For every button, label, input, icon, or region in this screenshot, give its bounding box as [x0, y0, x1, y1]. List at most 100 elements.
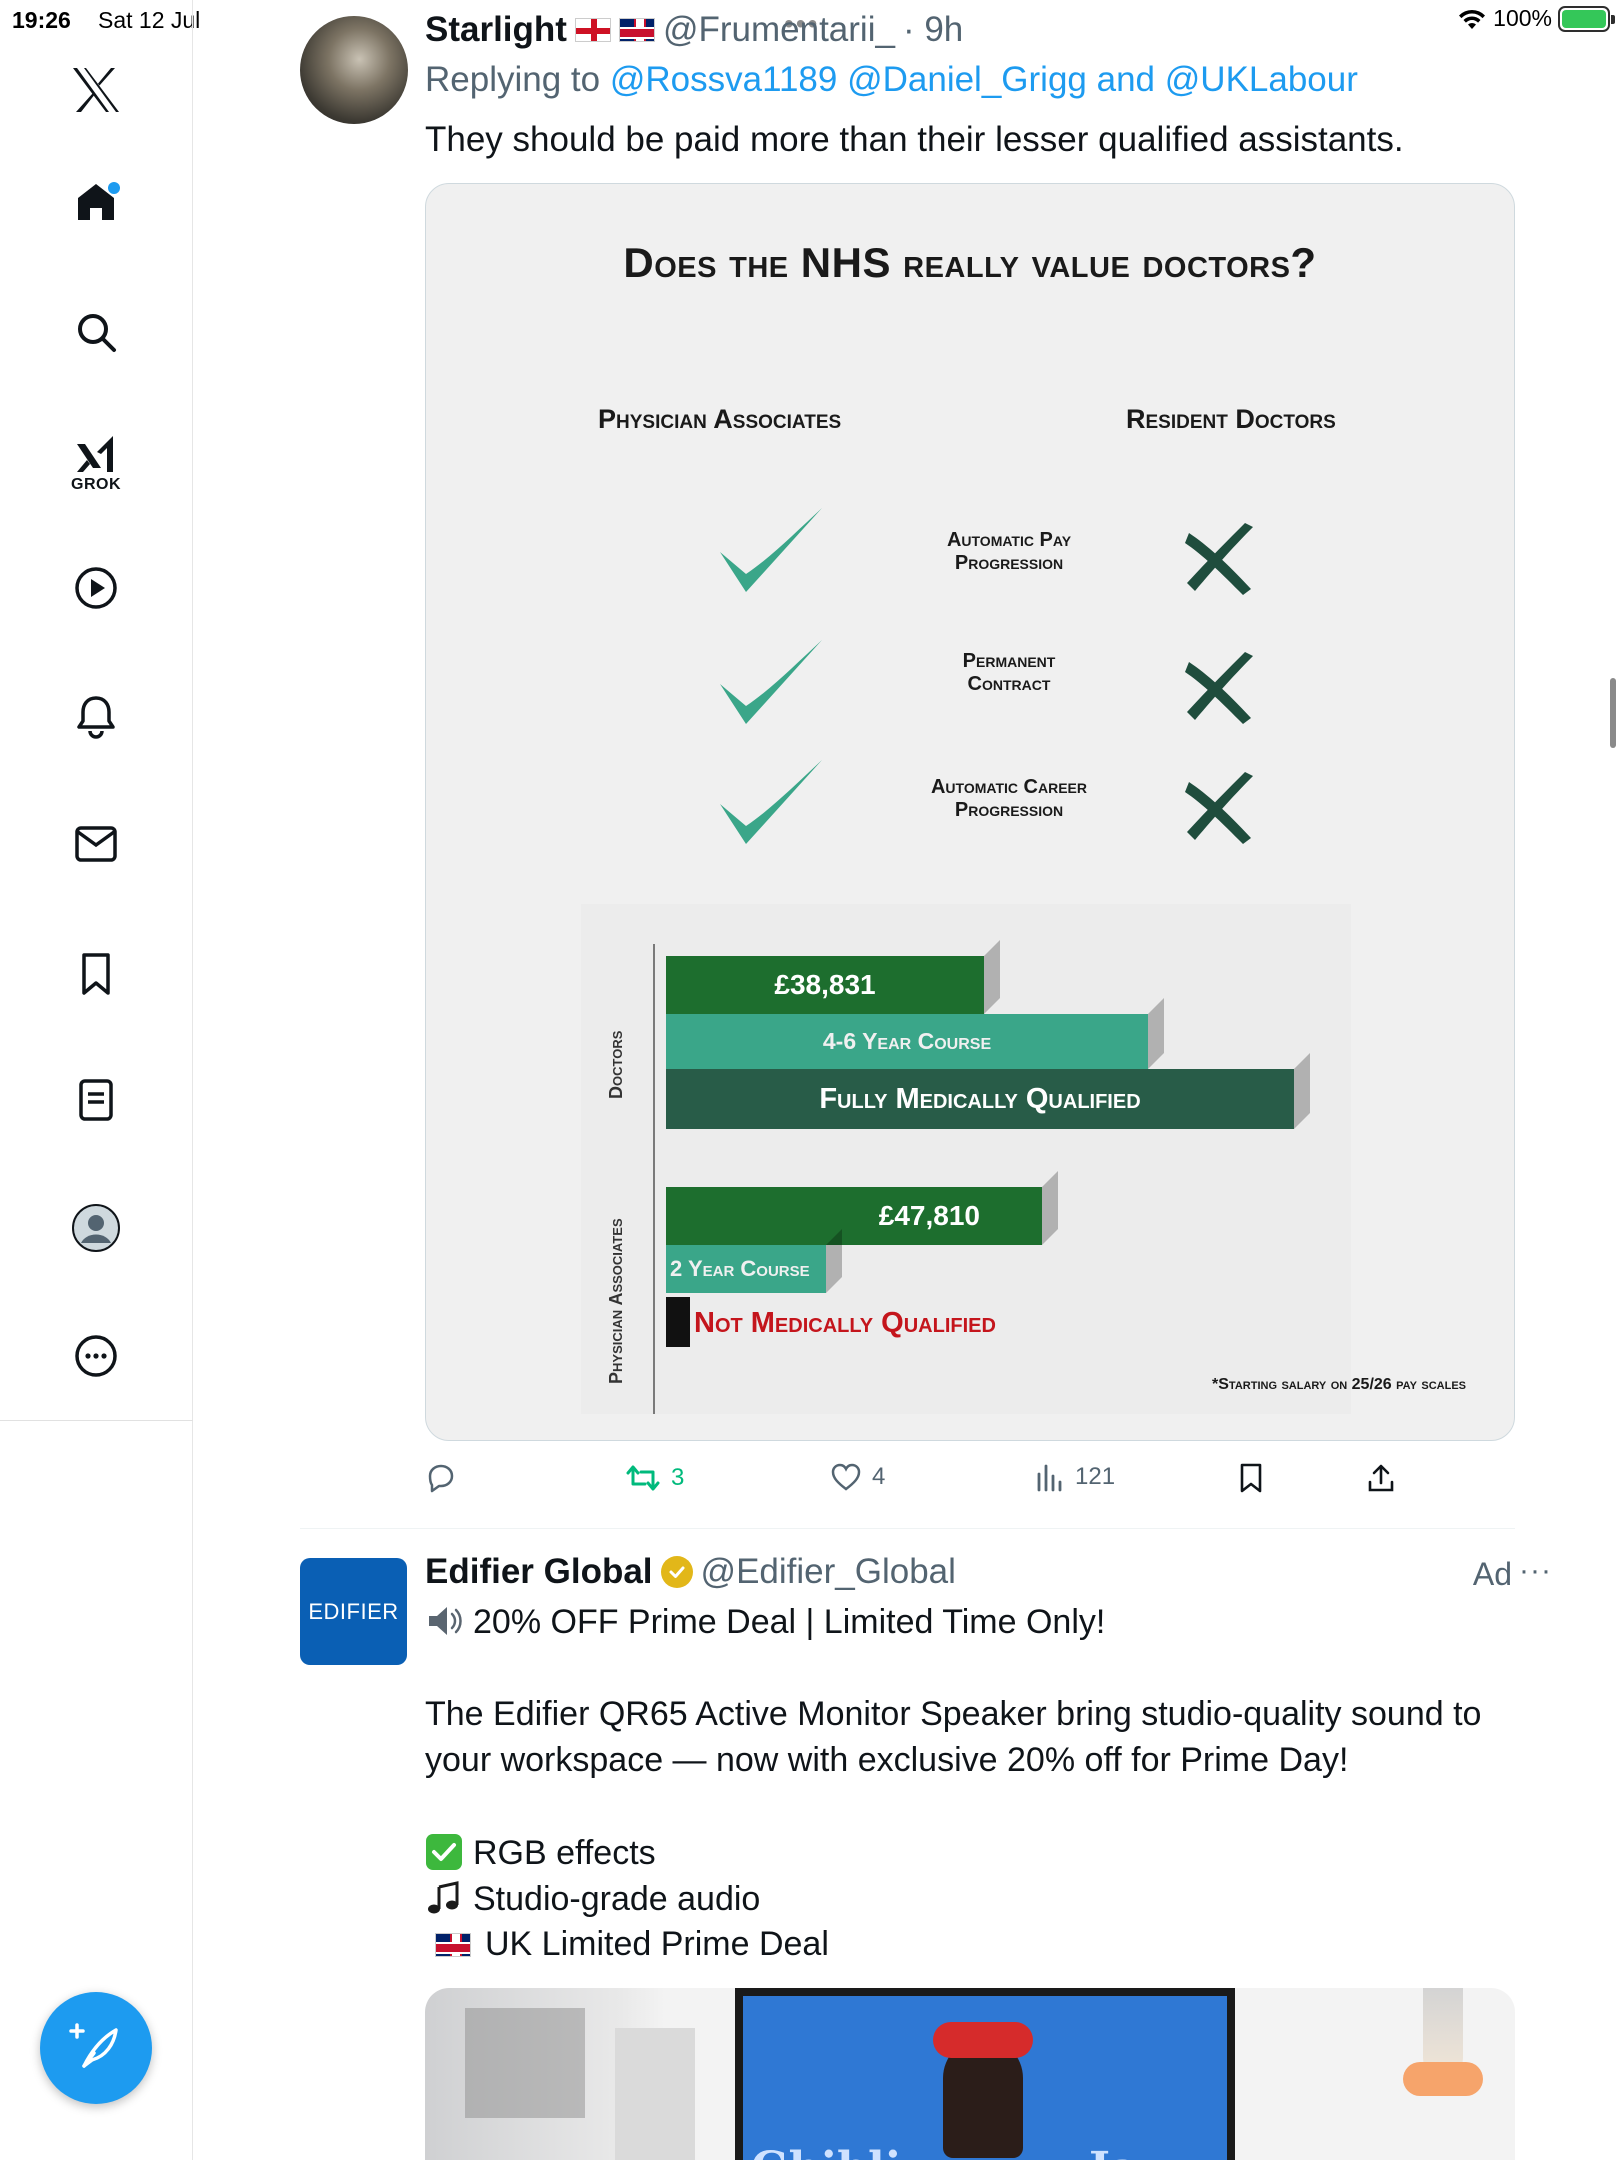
ad-label: Ad [1472, 1556, 1512, 1592]
shelf-decor [615, 2028, 695, 2160]
doctors-salary-label: £38,831 [774, 969, 876, 1000]
notification-dot [108, 182, 120, 194]
share-button[interactable] [1365, 1462, 1397, 1494]
column-heading-pa: Physician Associates [598, 404, 842, 434]
reply-icon [428, 1464, 454, 1493]
x-logo-icon[interactable] [70, 64, 122, 116]
like-button[interactable]: 4 [830, 1462, 885, 1492]
ad-body-2: your workspace — now with exclusive 20% … [425, 1741, 1349, 1779]
group-label-pa: Physician Associates [606, 1218, 626, 1384]
row-label-line: Progression [954, 552, 1064, 574]
pa-qualification-bar [666, 1297, 690, 1347]
tweet-author-avatar[interactable] [300, 16, 408, 124]
mention-link-1[interactable]: @Rossva1189 [610, 60, 838, 99]
replying-to-label: Replying to [425, 60, 601, 99]
ad-bullet-1: RGB effects [425, 1833, 656, 1873]
home-icon[interactable] [70, 176, 122, 228]
row-label-pay: Automatic Pay Progression [879, 529, 1139, 575]
row-label-line: Contract [967, 673, 1051, 695]
ad-author-name[interactable]: Edifier Global [425, 1552, 653, 1592]
row-label-line: Automatic Career [930, 776, 1088, 798]
check-mark-emoji-icon [426, 1834, 462, 1870]
heart-icon [831, 1463, 861, 1491]
sidebar: GROK [0, 0, 193, 2160]
grok-icon[interactable] [70, 428, 122, 480]
sidebar-divider [0, 1420, 193, 1421]
retweet-icon [626, 1465, 660, 1491]
cross-icon [1185, 772, 1253, 844]
chart-axis [653, 944, 655, 1414]
notifications-icon[interactable] [70, 690, 122, 742]
doctors-course-label: 4-6 Year Course [822, 1028, 992, 1054]
lamp-glow-decor [1403, 2062, 1483, 2096]
reply-button[interactable] [425, 1462, 457, 1494]
more-icon[interactable] [70, 1330, 122, 1382]
ad-headline: 20% OFF Prime Deal | Limited Time Only! [473, 1603, 1106, 1641]
check-icon [720, 508, 822, 592]
doctors-qualification-label: Fully Medically Qualified [819, 1082, 1141, 1115]
pa-salary-label: £47,810 [878, 1200, 980, 1231]
check-icon [720, 760, 822, 844]
pa-salary-bar: £47,810 [666, 1187, 1042, 1245]
row-label-line: Permanent [962, 650, 1056, 672]
tweet-author-name[interactable]: Starlight [425, 10, 567, 50]
ad-more-icon[interactable]: ··· [1519, 1554, 1552, 1588]
bookmark-icon [1240, 1463, 1262, 1493]
bookmark-button[interactable] [1237, 1462, 1265, 1494]
tweet-header: Starlight @Frumentarii_ · 9h [425, 10, 963, 50]
verified-badge-icon [660, 1556, 693, 1588]
mention-link-3[interactable]: @UKLabour [1165, 60, 1358, 99]
ad-bullet-3: UK Limited Prime Deal [425, 1925, 829, 1964]
mention-link-2[interactable]: @Daniel_Grigg [847, 60, 1087, 99]
tweet-timestamp[interactable]: · 9h [903, 10, 963, 50]
ad-bullet-3-text: UK Limited Prime Deal [485, 1925, 829, 1963]
search-icon[interactable] [70, 306, 122, 358]
views-chart-icon [1037, 1464, 1062, 1492]
uk-flag-icon [435, 1933, 471, 1957]
tweet-author-handle[interactable]: @Frumentarii_ [663, 10, 895, 50]
retweet-button[interactable]: 3 [625, 1462, 684, 1494]
tweet-text: They should be paid more than their less… [425, 120, 1404, 159]
ad-monitor-screen: Ghibli Jazz [735, 1988, 1235, 2160]
tweet-image[interactable]: Does the NHS really value doctors? Physi… [425, 183, 1515, 1441]
monitor-text-left: Ghibli [751, 2143, 901, 2160]
england-flag-icon [574, 18, 611, 42]
character-bow [933, 2022, 1033, 2058]
profile-icon[interactable] [70, 1202, 122, 1254]
ad-avatar[interactable]: EDIFIER [300, 1558, 407, 1665]
compose-button[interactable] [40, 1992, 152, 2104]
row-label-career: Automatic Career Progression [879, 776, 1139, 822]
messages-icon[interactable] [70, 818, 122, 870]
doctors-qualification-bar: Fully Medically Qualified [666, 1069, 1294, 1129]
lists-icon[interactable] [70, 1074, 122, 1126]
views-count: 121 [1075, 1463, 1116, 1490]
views-button[interactable]: 121 [1035, 1462, 1115, 1492]
share-icon [1368, 1464, 1394, 1492]
uk-flag-icon [618, 18, 655, 42]
tweet-actions: 3 4 121 [425, 1462, 1515, 1502]
replying-to-line: Replying to @Rossva1189 @Daniel_Grigg an… [425, 60, 1358, 100]
row-label-line: Automatic Pay [946, 529, 1072, 551]
row-label-contract: Permanent Contract [879, 650, 1139, 696]
status-right: 100% [1457, 5, 1615, 32]
scrollbar[interactable] [1610, 678, 1616, 748]
ad-headline-line: 20% OFF Prime Deal | Limited Time Only! [425, 1602, 1105, 1642]
ad-body-1: The Edifier QR65 Active Monitor Speaker … [425, 1695, 1482, 1733]
mention-and: and [1096, 60, 1156, 99]
ad-bullet-1-text: RGB effects [473, 1834, 656, 1872]
doctors-course-bar: 4-6 Year Course [666, 1014, 1148, 1069]
battery-icon [1558, 5, 1615, 32]
cross-icon [1185, 652, 1253, 724]
ad-author-handle[interactable]: @Edifier_Global [701, 1552, 956, 1592]
shelf-decor [465, 2008, 585, 2118]
ad-header: Edifier Global @Edifier_Global [425, 1552, 956, 1592]
video-icon[interactable] [70, 562, 122, 614]
column-heading-doctors: Resident Doctors [1126, 404, 1336, 434]
ad-image[interactable]: Ghibli Jazz [425, 1988, 1515, 2160]
battery-percent: 100% [1493, 5, 1552, 31]
bookmarks-icon[interactable] [70, 948, 122, 1000]
monitor-text-right: Jazz [1089, 2143, 1188, 2160]
compose-quill-icon [69, 2023, 118, 2068]
check-icon [720, 640, 822, 724]
wifi-icon [1459, 9, 1486, 29]
